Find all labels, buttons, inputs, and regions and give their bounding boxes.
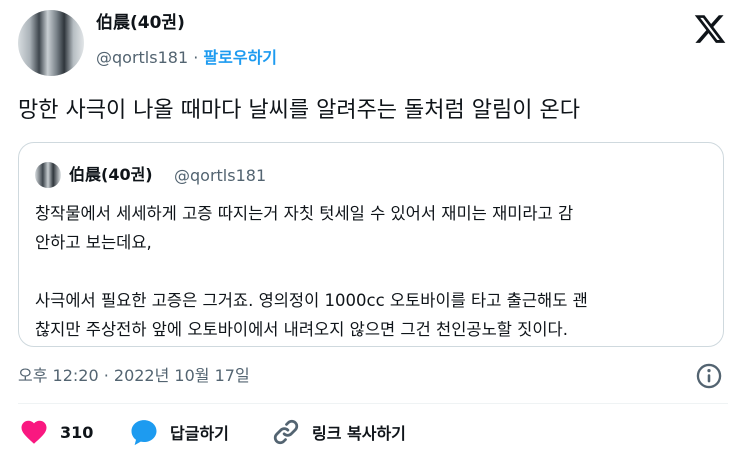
- quoted-tweet-body: 창작물에서 세세하게 고증 따지는거 자칫 텃세일 수 있어서 재미는 재미라고…: [35, 204, 588, 339]
- tweet-text: 망한 사극이 나올 때마다 날씨를 알려주는 돌처럼 알림이 온다: [18, 98, 580, 123]
- handle-separator: ·: [193, 48, 199, 67]
- like-count: 310: [60, 422, 94, 442]
- quoted-tweet-card[interactable]: 伯晨(40권) @qortls181 창작물에서 세세하게 고증 따지는거 자칫…: [18, 142, 724, 347]
- x-logo-icon[interactable]: [693, 12, 727, 46]
- reply-label: 답글하기: [170, 424, 229, 443]
- divider: [18, 403, 728, 404]
- author-handle[interactable]: @qortls181: [96, 48, 188, 67]
- quoted-author-avatar: [35, 162, 61, 188]
- quoted-author-handle: @qortls181: [174, 166, 267, 185]
- link-icon: [273, 419, 299, 445]
- author-handle-row: @qortls181 · 팔로우하기: [96, 47, 277, 69]
- tweet-timestamp[interactable]: 오후 12:20 · 2022년 10월 17일: [18, 364, 250, 388]
- copy-link-button[interactable]: 링크 복사하기: [270, 417, 406, 447]
- like-button[interactable]: 310: [18, 417, 93, 447]
- reply-button[interactable]: 답글하기: [128, 417, 229, 447]
- heart-icon: [21, 420, 47, 444]
- speech-bubble-icon: [131, 420, 157, 446]
- author-avatar[interactable]: [18, 10, 84, 76]
- copy-link-label: 링크 복사하기: [312, 424, 406, 443]
- info-icon[interactable]: [695, 362, 723, 390]
- follow-button[interactable]: 팔로우하기: [203, 48, 277, 67]
- author-name[interactable]: 伯晨(40권): [96, 12, 185, 34]
- quoted-author-name: 伯晨(40권): [69, 165, 153, 184]
